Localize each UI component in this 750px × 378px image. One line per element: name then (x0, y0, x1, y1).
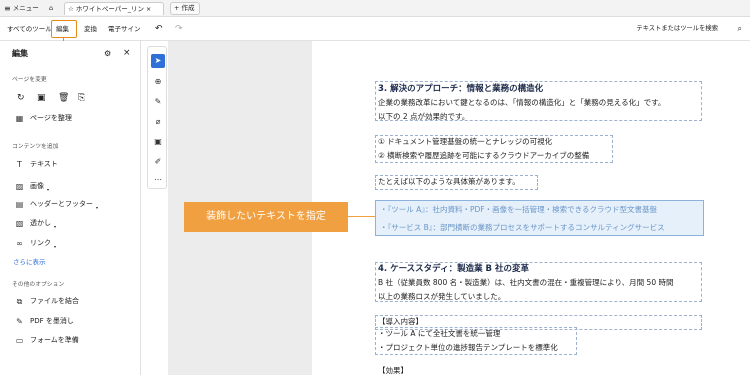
menu-edit[interactable]: 編集 (56, 23, 69, 35)
organize-label: ページを整理 (30, 114, 72, 122)
watermark-icon: ▧ (15, 218, 24, 228)
menu-all-tools[interactable]: すべてのツール (7, 23, 52, 35)
home-icon[interactable]: ⌂ (49, 2, 53, 15)
show-more-link[interactable]: さらに表示 (13, 256, 46, 266)
add-header-footer[interactable]: ▤ ヘッダーとフッター ▾ (15, 198, 98, 210)
redact-icon: ✎ (16, 316, 23, 326)
redact-label: PDF を墨消し (30, 317, 74, 325)
select-tool-icon[interactable]: ➤ (151, 54, 165, 68)
menu-convert[interactable]: 変換 (84, 23, 97, 35)
close-icon[interactable]: × (123, 48, 131, 58)
form-label: フォームを準備 (30, 336, 79, 344)
form-icon: ▭ (15, 335, 24, 345)
caret-icon: ▾ (54, 243, 57, 249)
insert-page-icon[interactable]: ▣ (37, 93, 46, 103)
section-3-para[interactable]: 以下の 2 点が効果的です。 (378, 110, 469, 124)
organize-pages[interactable]: ▦ ページを整理 (15, 112, 72, 124)
instruction-callout: 装飾したいテキストを指定 (184, 202, 348, 232)
text-label: テキスト (30, 160, 58, 168)
image-label: 画像 (30, 182, 44, 190)
more-tools-icon[interactable]: ⋯ (151, 173, 165, 187)
caret-icon: ▾ (96, 204, 99, 210)
prepare-form[interactable]: ▭ フォームを準備 (15, 334, 79, 346)
section-content: コンテンツを追加 (12, 144, 59, 150)
undo-icon[interactable]: ↶ (155, 23, 163, 35)
text-icon: T (17, 159, 22, 169)
pen-tool-icon[interactable]: ✎ (151, 95, 165, 109)
redo-icon[interactable]: ↷ (175, 23, 183, 35)
combine-icon: ⧉ (16, 296, 23, 306)
edit-panel: 編集 ⚙ × ページを変更 ↻ ▣ 🗑 ⎘ ▦ ページを整理 コンテンツを追加 … (0, 41, 141, 375)
add-text[interactable]: T テキスト (15, 158, 58, 170)
new-tab-button[interactable]: + 作成 (170, 2, 200, 15)
selected-line[interactable]: ・『ツール A』：社内資料・PDF・画像を一括管理・検索できるクラウド型文書基盤 (380, 204, 657, 215)
bullet-item[interactable]: ・プロジェクト単位の進捗報告テンプレートを標準化 (378, 341, 558, 355)
tab-bar: ≡ メニュー ⌂ ☆ ホワイトペーパー_リンク動… × + 作成 (0, 0, 750, 17)
section-3-para[interactable]: 企業の業務改革において鍵となるのは、「情報の構造化」と「業務の見える化」です。 (378, 96, 665, 110)
document-tab-label: ホワイトペーパー_リンク動… (75, 4, 144, 13)
menu-button[interactable]: ≡ メニュー (4, 2, 39, 15)
close-icon[interactable]: × (146, 3, 151, 16)
new-tab-label: 作成 (181, 4, 195, 12)
example-line[interactable]: たとえば以下のような具体策があります。 (378, 175, 520, 189)
callout-connector (348, 216, 376, 217)
section-3-heading[interactable]: 3. 解決のアプローチ：情報と業務の構造化 (378, 82, 543, 96)
effect-heading[interactable]: 【効果】 (378, 364, 408, 378)
tool-rail: ➤ ⊕ ✎ ⌀ ▣ ✐ ⋯ (147, 46, 167, 189)
stamp-tool-icon[interactable]: ✐ (151, 155, 165, 169)
link-icon: ∞ (16, 238, 23, 248)
document-tab[interactable]: ☆ ホワイトペーパー_リンク動… × (64, 2, 164, 15)
hamburger-icon: ≡ (4, 4, 11, 13)
list-item[interactable]: ② 横断検索や履歴追跡を可能にするクラウドアーカイブの整備 (378, 149, 589, 163)
search-icon[interactable]: ⌕ (738, 23, 742, 35)
menu-bar: すべてのツール 編集 変換 電子サイン ↶ ↷ テキストまたはツールを検索 ⌕ (0, 17, 750, 41)
list-item[interactable]: ① ドキュメント管理基盤の統一とナレッジの可視化 (378, 135, 552, 149)
header-footer-label: ヘッダーとフッター (30, 200, 93, 208)
menu-e-sign[interactable]: 電子サイン (108, 23, 141, 35)
plus-icon: + (174, 4, 180, 12)
redact-pdf[interactable]: ✎ PDF を墨消し (15, 315, 74, 327)
extract-icon[interactable]: ⎘ (78, 93, 85, 103)
caret-icon: ▾ (47, 186, 50, 192)
combine-files[interactable]: ⧉ ファイルを結合 (15, 295, 79, 307)
header-footer-icon: ▤ (15, 199, 24, 209)
link-label: リンク (30, 239, 51, 247)
caret-icon: ▾ (54, 223, 57, 229)
add-watermark[interactable]: ▧ 透かし ▾ (15, 217, 56, 229)
section-other: その他のオプション (12, 282, 65, 288)
star-icon[interactable]: ☆ (68, 3, 74, 16)
lasso-tool-icon[interactable]: ⌀ (151, 115, 165, 129)
section-4-para[interactable]: B 社（従業員数 800 名・製造業）は、社内文書の混在・重複管理により、月間 … (378, 276, 673, 290)
organize-icon: ▦ (15, 113, 24, 123)
selected-line[interactable]: ・『サービス B』：部門横断の業務プロセスをサポートするコンサルティングサービス (380, 222, 665, 233)
zoom-tool-icon[interactable]: ⊕ (151, 75, 165, 89)
watermark-label: 透かし (30, 219, 51, 227)
rotate-icon[interactable]: ↻ (17, 93, 25, 103)
combine-label: ファイルを結合 (30, 297, 79, 305)
tool-search[interactable]: テキストまたはツールを検索 (636, 23, 718, 35)
delete-icon[interactable]: 🗑 (58, 93, 69, 103)
image-icon: ▨ (15, 181, 24, 191)
add-link[interactable]: ∞ リンク ▾ (15, 237, 56, 249)
section-4-heading[interactable]: 4. ケーススタディ：製造業 B 社の変革 (378, 262, 529, 276)
gear-icon[interactable]: ⚙ (104, 49, 111, 58)
bullet-item[interactable]: ・ツール A にて全社文書を統一管理 (378, 327, 500, 341)
section-pages: ページを変更 (12, 77, 47, 83)
text-box-tool-icon[interactable]: ▣ (151, 135, 165, 149)
section-4-para[interactable]: 以上の業務ロスが発生していました。 (378, 290, 505, 304)
add-image[interactable]: ▨ 画像 ▾ (15, 180, 49, 192)
menu-label: メニュー (12, 4, 39, 12)
panel-title: 編集 (12, 49, 28, 58)
